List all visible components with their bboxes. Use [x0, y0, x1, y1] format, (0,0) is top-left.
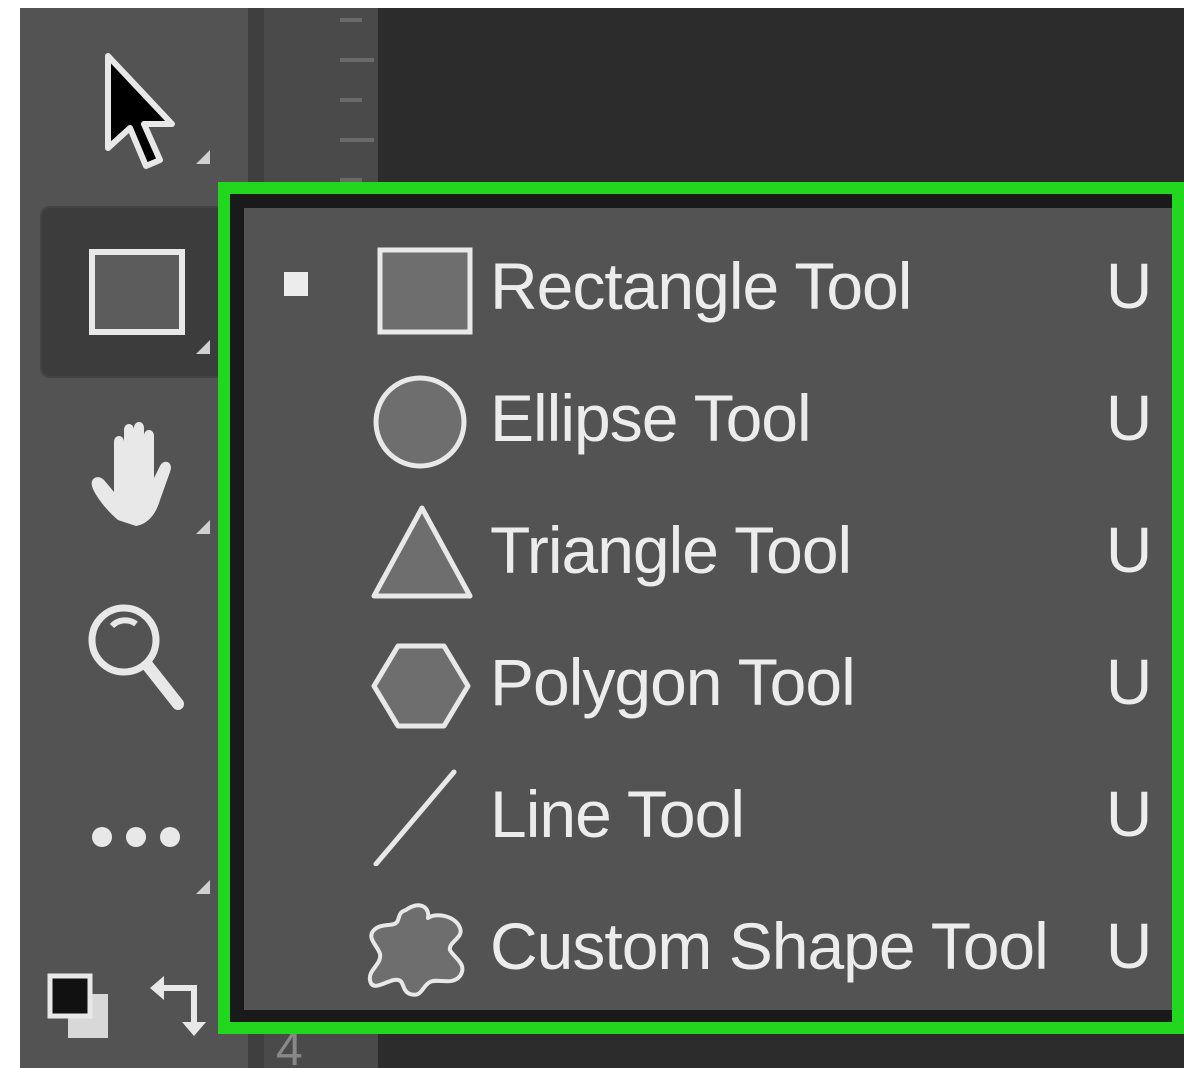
zoom-icon	[88, 604, 184, 710]
hand-icon	[91, 422, 171, 526]
menu-item-shortcut: U	[1106, 778, 1153, 850]
tool-flyout-indicator	[196, 150, 210, 164]
menu-item-triangle-tool[interactable]: Triangle Tool U	[244, 484, 1184, 616]
triangle-icon	[364, 502, 474, 602]
ruler-tick	[340, 138, 374, 142]
menu-item-line-tool[interactable]: Line Tool U	[244, 748, 1184, 880]
menu-item-shortcut: U	[1106, 514, 1153, 586]
rectangle-icon	[88, 248, 186, 336]
ruler-tick	[340, 18, 362, 22]
menu-item-polygon-tool[interactable]: Polygon Tool U	[244, 616, 1184, 748]
line-icon	[364, 766, 474, 867]
more-tools-button[interactable]	[88, 820, 184, 854]
menu-item-label: Rectangle Tool	[490, 249, 912, 323]
menu-item-shortcut: U	[1106, 250, 1153, 322]
custom-shape-icon	[364, 898, 474, 998]
swap-colors-button[interactable]	[148, 966, 214, 1038]
menu-item-rectangle-tool[interactable]: Rectangle Tool U	[244, 220, 1184, 352]
ruler-tick	[340, 98, 362, 102]
polygon-icon	[364, 634, 474, 734]
menu-item-label: Custom Shape Tool	[490, 909, 1049, 983]
menu-item-label: Line Tool	[490, 777, 745, 851]
shape-tools-flyout: Rectangle Tool U Ellipse Tool U Triangle…	[218, 182, 1184, 1034]
ellipse-icon	[364, 370, 474, 470]
menu-item-custom-shape-tool[interactable]: Custom Shape Tool U	[244, 880, 1184, 1012]
photoshop-workspace: 4 Rectangle Tool U Ellipse Tool U Triang…	[0, 0, 1184, 1068]
move-tool-button[interactable]	[100, 52, 180, 172]
menu-item-label: Triangle Tool	[490, 513, 852, 587]
menu-item-shortcut: U	[1106, 646, 1153, 718]
hand-tool-button[interactable]	[88, 420, 188, 530]
menu-item-shortcut: U	[1106, 910, 1153, 982]
move-arrow-icon	[105, 53, 175, 169]
ruler-tick	[340, 58, 374, 62]
tool-flyout-indicator	[196, 880, 210, 894]
default-colors-icon	[47, 973, 108, 1038]
ellipsis-icon	[92, 827, 180, 847]
menu-item-label: Ellipse Tool	[490, 381, 812, 455]
default-colors-button[interactable]	[46, 972, 112, 1042]
swap-colors-icon	[150, 976, 206, 1036]
zoom-tool-button[interactable]	[84, 600, 188, 716]
rectangle-icon	[364, 238, 474, 338]
menu-item-shortcut: U	[1106, 382, 1153, 454]
tool-flyout-indicator	[196, 520, 210, 534]
tool-flyout-indicator	[196, 340, 210, 354]
menu-item-label: Polygon Tool	[490, 645, 856, 719]
menu-item-ellipse-tool[interactable]: Ellipse Tool U	[244, 352, 1184, 484]
flyout-menu-panel: Rectangle Tool U Ellipse Tool U Triangle…	[244, 208, 1172, 1010]
selected-indicator	[284, 272, 308, 296]
